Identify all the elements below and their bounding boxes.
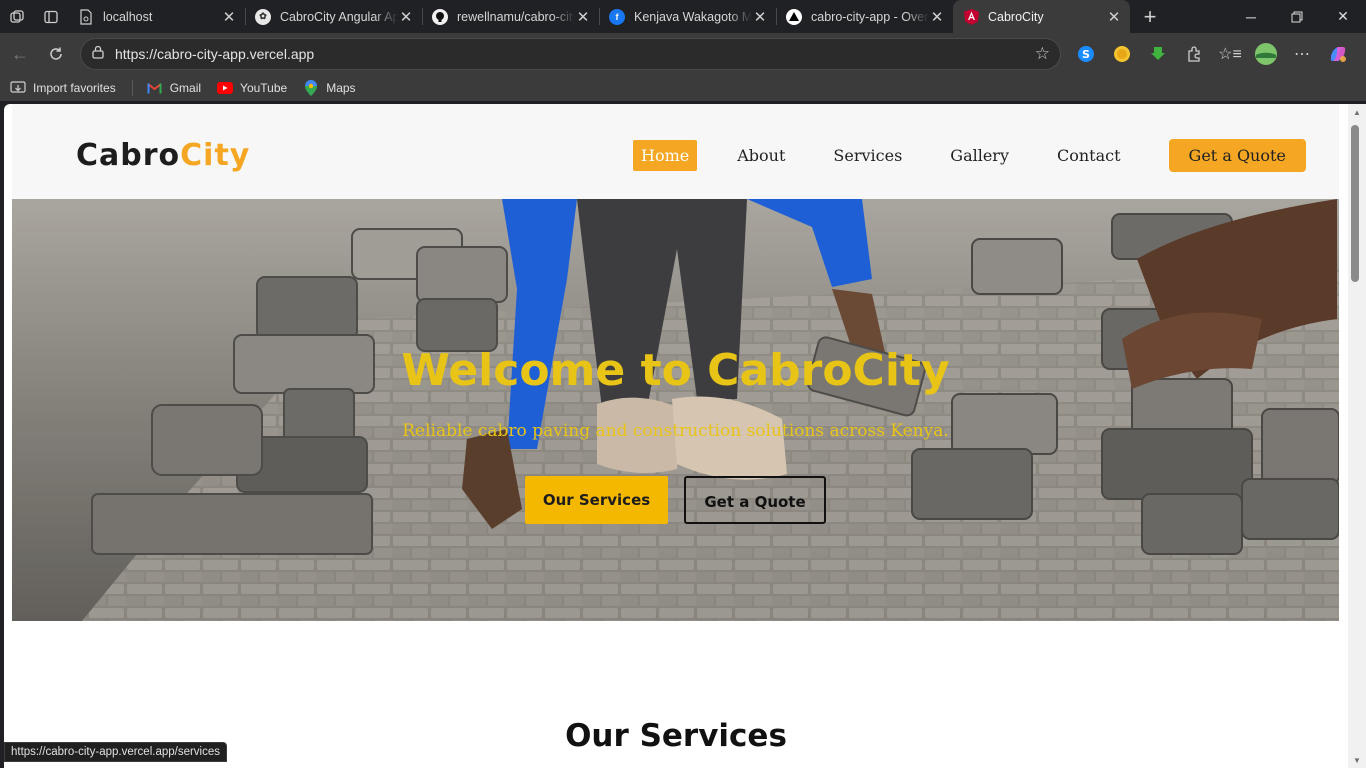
favorite-star-icon[interactable]: ☆	[1035, 44, 1050, 64]
tab-github[interactable]: rewellnamu/cabro-city ✕	[422, 0, 599, 33]
page-viewport: CabroCity Home About Services Gallery Co…	[4, 104, 1348, 768]
get-a-quote-button[interactable]: Get a Quote	[1168, 139, 1306, 172]
hero-title: Welcome to CabroCity	[401, 345, 950, 396]
close-tab-icon[interactable]: ✕	[929, 8, 945, 26]
angular-icon	[963, 8, 979, 25]
copilot-icon[interactable]	[1320, 37, 1356, 71]
site-logo[interactable]: CabroCity	[76, 138, 250, 173]
back-icon[interactable]: ←	[2, 38, 38, 70]
bookmark-youtube[interactable]: YouTube	[217, 80, 287, 96]
hero-section: Welcome to CabroCity Reliable cabro pavi…	[12, 199, 1339, 621]
workspaces-icon[interactable]	[0, 0, 34, 33]
tab-title: rewellnamu/cabro-city	[457, 9, 575, 24]
tab-cabrocity-angular[interactable]: ✿ CabroCity Angular App ✕	[245, 0, 422, 33]
new-tab-icon[interactable]: +	[1130, 0, 1170, 33]
hero-subtitle: Reliable cabro paving and construction s…	[402, 421, 949, 441]
bookmark-label: Gmail	[169, 81, 202, 95]
youtube-icon	[217, 80, 234, 96]
tab-localhost[interactable]: localhost ✕	[68, 0, 245, 33]
nav-contact[interactable]: Contact	[1049, 140, 1129, 171]
browser-toolbar: ← https://cabro-city-app.vercel.app ☆ S …	[0, 33, 1366, 75]
tab-title: Kenjava Wakagoto Mu	[634, 9, 752, 24]
nav-services[interactable]: Services	[825, 140, 910, 171]
minimize-icon[interactable]: ─	[1228, 0, 1274, 33]
bookmark-gmail[interactable]: Gmail	[147, 80, 201, 96]
bookmark-label: YouTube	[240, 81, 288, 95]
bookmark-label: Import favorites	[33, 81, 116, 95]
main-nav: Home About Services Gallery Contact Get …	[633, 139, 1306, 172]
refresh-icon[interactable]	[38, 38, 74, 70]
link-status-bubble: https://cabro-city-app.vercel.app/servic…	[4, 742, 228, 762]
nav-about[interactable]: About	[729, 140, 793, 171]
nav-home[interactable]: Home	[633, 140, 698, 171]
bookmarks-bar: Import favorites Gmail YouTube Maps	[0, 75, 1366, 101]
bookmark-label: Maps	[326, 81, 356, 95]
vercel-icon	[786, 8, 802, 25]
hero-get-a-quote-button[interactable]: Get a Quote	[684, 476, 826, 524]
scroll-down-icon[interactable]: ▼	[1351, 756, 1363, 766]
site-info-icon[interactable]	[91, 45, 105, 64]
close-tab-icon[interactable]: ✕	[221, 8, 237, 26]
profile-avatar[interactable]	[1248, 37, 1284, 71]
more-menu-icon[interactable]: ⋯	[1284, 37, 1320, 71]
nav-gallery[interactable]: Gallery	[942, 140, 1017, 171]
tab-cabrocity[interactable]: CabroCity ✕	[953, 0, 1130, 33]
favorites-icon[interactable]: ☆≡	[1212, 37, 1248, 71]
tab-title: cabro-city-app - Overview	[811, 9, 929, 24]
shazam-icon[interactable]: S	[1068, 37, 1104, 71]
bookmark-separator	[131, 80, 133, 96]
page-icon	[78, 8, 94, 25]
close-tab-icon[interactable]: ✕	[1106, 8, 1122, 26]
tab-title: CabroCity Angular App	[280, 9, 398, 24]
close-tab-icon[interactable]: ✕	[575, 8, 591, 26]
logo-part-1: Cabro	[76, 138, 181, 173]
facebook-icon: f	[609, 8, 625, 25]
tab-facebook[interactable]: f Kenjava Wakagoto Mu ✕	[599, 0, 776, 33]
tab-title: CabroCity	[988, 9, 1044, 24]
tab-title: localhost	[103, 9, 153, 24]
chatgpt-icon: ✿	[255, 8, 271, 25]
logo-part-2: City	[180, 138, 251, 173]
site-header: CabroCity Home About Services Gallery Co…	[12, 104, 1339, 199]
tab-actions-icon[interactable]	[34, 0, 68, 33]
gmail-icon	[147, 80, 163, 96]
hero-background-image	[12, 199, 1339, 621]
coin-extension-icon[interactable]	[1104, 37, 1140, 71]
scroll-up-icon[interactable]: ▲	[1351, 108, 1363, 118]
bookmark-maps[interactable]: Maps	[303, 80, 356, 96]
svg-text:S: S	[1082, 48, 1090, 61]
bookmark-import-favorites[interactable]: Import favorites	[10, 80, 116, 96]
close-tab-icon[interactable]: ✕	[752, 8, 768, 26]
maps-icon	[303, 80, 319, 96]
import-icon	[10, 80, 26, 96]
github-icon	[432, 8, 448, 25]
extensions-icon[interactable]	[1176, 37, 1212, 71]
our-services-button[interactable]: Our Services	[525, 476, 668, 524]
download-extension-icon[interactable]	[1140, 37, 1176, 71]
tab-vercel[interactable]: cabro-city-app - Overview ✕	[776, 0, 953, 33]
tab-strip: localhost ✕ ✿ CabroCity Angular App ✕ re…	[0, 0, 1366, 33]
extensions-area: S ☆≡ ⋯	[1068, 37, 1356, 71]
restore-icon[interactable]	[1274, 0, 1320, 33]
close-window-icon[interactable]: ✕	[1320, 0, 1366, 33]
url-text[interactable]: https://cabro-city-app.vercel.app	[115, 46, 1035, 62]
window-controls: ─ ✕	[1228, 0, 1366, 33]
scrollbar-thumb[interactable]	[1351, 125, 1359, 282]
close-tab-icon[interactable]: ✕	[398, 8, 414, 26]
address-bar[interactable]: https://cabro-city-app.vercel.app ☆	[80, 38, 1061, 70]
